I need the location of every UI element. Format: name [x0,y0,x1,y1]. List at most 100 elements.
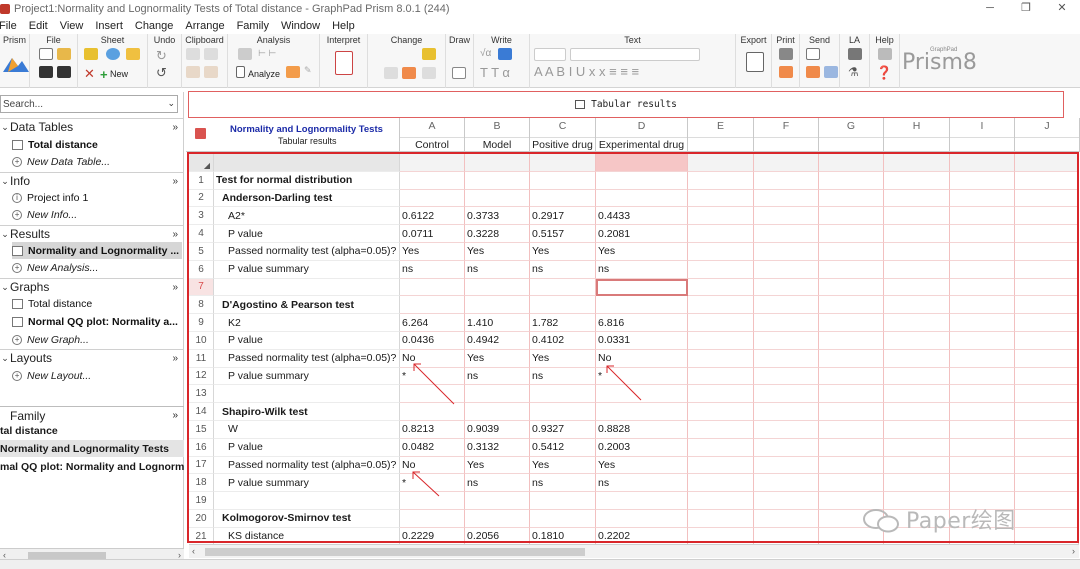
row-title-cell[interactable]: Passed normality test (alpha=0.05)? [214,349,400,368]
table-cell[interactable] [884,421,950,439]
table-cell[interactable] [884,171,950,190]
table-cell[interactable] [754,243,819,261]
table-cell[interactable]: 0.5412 [530,438,596,457]
table-cell[interactable] [596,296,688,315]
table-cell[interactable] [950,314,1015,332]
table-cell[interactable] [688,367,754,386]
pdf-icon[interactable] [779,66,793,78]
table-cell[interactable] [884,367,950,386]
table-cell[interactable] [596,492,688,510]
row-number[interactable]: 18 [189,474,214,493]
sheet-wand-icon[interactable] [126,48,140,60]
table-cell[interactable] [465,189,530,208]
table-cell[interactable] [819,314,884,332]
table-cell[interactable] [950,243,1015,261]
table-cell[interactable] [596,385,688,404]
table-cell[interactable]: 0.3733 [465,207,530,226]
table-cell[interactable] [688,189,754,208]
table-cell[interactable] [819,403,884,421]
table-cell[interactable] [754,349,819,368]
table-cell[interactable] [950,349,1015,368]
table-cell[interactable] [754,510,819,528]
paste-special-icon[interactable] [204,66,218,78]
restore-button[interactable]: ❐ [1008,0,1044,18]
column-header-j[interactable]: J [1015,118,1080,152]
column-header-h[interactable]: H [884,118,950,152]
table-cell[interactable] [688,492,754,510]
table-cell[interactable] [465,154,530,172]
nav-item-total-distance-graph[interactable]: Total distance [12,295,182,312]
table-cell[interactable] [884,349,950,368]
table-cell[interactable] [400,154,465,172]
table-cell[interactable] [1015,510,1079,528]
table-cell[interactable] [950,332,1015,350]
row-number[interactable]: 5 [189,243,214,261]
table-cell[interactable]: Yes [596,456,688,475]
table-cell[interactable] [884,385,950,404]
table-cell[interactable]: 0.2081 [596,225,688,243]
menu-help[interactable]: Help [332,20,361,32]
table-cell[interactable] [1015,154,1079,172]
table-cell[interactable]: 0.2003 [596,438,688,457]
menu-edit[interactable]: Edit [29,20,54,32]
table-cell[interactable] [819,367,884,386]
collapse-chevron-icon[interactable]: » [172,229,178,240]
table-cell[interactable] [950,207,1015,226]
table-cell[interactable] [1015,243,1079,261]
table-cell[interactable]: Yes [400,243,465,261]
table-cell[interactable] [530,189,596,208]
row-number[interactable]: 8 [189,296,214,315]
table-cell[interactable]: * [596,367,688,386]
table-cell[interactable]: ns [465,474,530,493]
table-cell[interactable]: 0.4433 [596,207,688,226]
table-cell[interactable]: ns [400,260,465,279]
chevron-down-icon[interactable]: ⌄ [0,282,10,293]
collapse-chevron-icon[interactable]: » [172,353,178,364]
table-cell[interactable] [950,385,1015,404]
analyze-button[interactable]: Analyze [248,69,280,79]
row-title-cell[interactable] [214,492,400,510]
pen-icon[interactable]: ✎ [304,65,312,76]
flask-icon[interactable]: ⚗ [848,65,859,79]
chevron-down-icon[interactable]: ⌄ [0,176,10,187]
word-send-icon[interactable] [824,66,838,78]
table-cell[interactable] [596,278,688,297]
table-cell[interactable]: 0.8213 [400,421,465,439]
table-cell[interactable] [530,492,596,510]
table-cell[interactable]: 0.3132 [465,438,530,457]
table-cell[interactable] [1015,474,1079,493]
table-cell[interactable] [688,438,754,457]
table-cell[interactable] [950,154,1015,172]
table-cell[interactable] [884,154,950,172]
table-cell[interactable] [819,421,884,439]
table-cell[interactable] [754,207,819,226]
table-cell[interactable] [530,154,596,172]
table-cell[interactable] [1015,385,1079,404]
table-cell[interactable]: 0.4942 [465,332,530,350]
table-cell[interactable]: ns [465,260,530,279]
table-cell[interactable] [1015,332,1079,350]
table-cell[interactable]: 1.410 [465,314,530,332]
table-cell[interactable]: 0.1810 [530,527,596,546]
table-cell[interactable]: Yes [530,349,596,368]
table-cell[interactable] [1015,349,1079,368]
new-file-icon[interactable] [39,48,53,60]
draw-rect-icon[interactable] [452,67,466,79]
table-cell[interactable]: 0.0331 [596,332,688,350]
table-cell[interactable] [884,278,950,297]
table-cell[interactable]: 0.3228 [465,225,530,243]
table-cell[interactable]: 6.264 [400,314,465,332]
table-cell[interactable] [465,510,530,528]
table-cell[interactable] [465,492,530,510]
table-cell[interactable] [530,385,596,404]
row-number[interactable]: 16 [189,438,214,457]
table-cell[interactable] [819,349,884,368]
nav-item-total-distance-table[interactable]: Total distance [12,136,182,153]
table-cell[interactable] [819,260,884,279]
la-tool-icon[interactable] [848,48,862,60]
table-cell[interactable] [884,438,950,457]
table-cell[interactable] [819,332,884,350]
table-cell[interactable] [596,154,688,172]
table-cell[interactable] [688,510,754,528]
column-name[interactable] [819,137,883,139]
